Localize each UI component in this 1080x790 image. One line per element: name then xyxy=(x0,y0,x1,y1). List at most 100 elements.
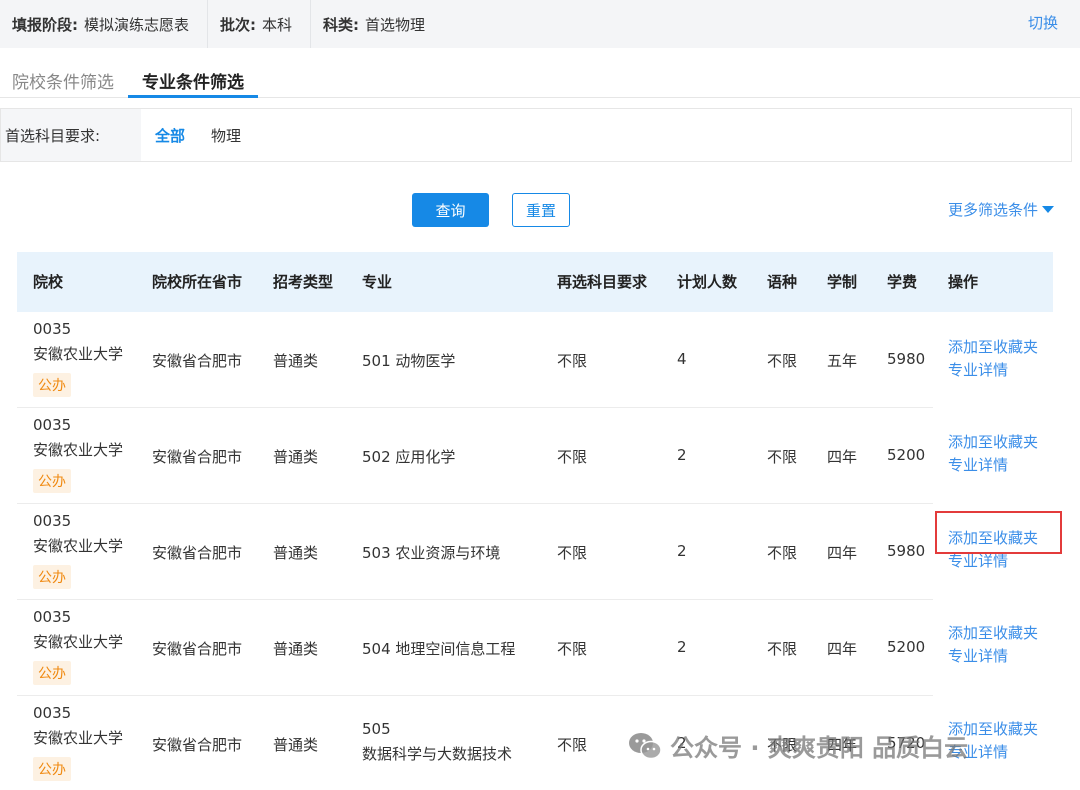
header-city: 院校所在省市 xyxy=(152,273,243,291)
uni-code: 0035 xyxy=(33,704,72,722)
header-university: 院校 xyxy=(33,273,64,291)
header-plan-count: 计划人数 xyxy=(677,273,738,291)
public-badge: 公办 xyxy=(33,373,71,397)
years-cell: 四年 xyxy=(827,544,858,562)
major-details-link[interactable]: 专业详情 xyxy=(948,359,1038,382)
watermark: 公众号 · 爽爽贵阳 品质白云 xyxy=(628,728,968,763)
filter-option-all[interactable]: 全部 xyxy=(155,109,185,161)
add-to-favorites-link[interactable]: 添加至收藏夹 xyxy=(948,336,1038,359)
subject-segment: 科类: 首选物理 xyxy=(311,0,443,48)
fee-cell: 5980 xyxy=(887,542,926,560)
major-cell: 504 地理空间信息工程 xyxy=(362,640,516,658)
type-cell: 普通类 xyxy=(273,736,319,754)
uni-code: 0035 xyxy=(33,512,72,530)
table-row: 0035 安徽农业大学 公办 安徽省合肥市 普通类 501 动物医学 不限 4 … xyxy=(17,312,933,408)
lang-cell: 不限 xyxy=(767,448,798,466)
major-code-cell: 505 xyxy=(362,720,391,738)
stage-key: 填报阶段: xyxy=(12,15,78,34)
uni-name: 安徽农业大学 xyxy=(33,537,124,555)
plan-cell: 2 xyxy=(677,446,687,464)
caret-down-icon xyxy=(1042,206,1054,213)
public-badge: 公办 xyxy=(33,469,71,493)
major-cell: 501 动物医学 xyxy=(362,352,456,370)
req-cell: 不限 xyxy=(557,352,588,370)
uni-name: 安徽农业大学 xyxy=(33,729,124,747)
header-duration: 学制 xyxy=(827,273,858,291)
row-actions: 添加至收藏夹 专业详情 xyxy=(948,622,1038,668)
subject-filter-label: 首选科目要求: xyxy=(1,109,141,161)
type-cell: 普通类 xyxy=(273,640,319,658)
header-major: 专业 xyxy=(362,273,393,291)
public-badge: 公办 xyxy=(33,661,71,685)
header-actions: 操作 xyxy=(948,273,979,291)
uni-code: 0035 xyxy=(33,416,72,434)
fee-cell: 5200 xyxy=(887,446,926,464)
type-cell: 普通类 xyxy=(273,448,319,466)
wechat-icon xyxy=(629,732,662,759)
query-button[interactable]: 查询 xyxy=(412,193,489,227)
watermark-text: 公众号 · 爽爽贵阳 品质白云 xyxy=(670,734,969,762)
city-cell: 安徽省合肥市 xyxy=(152,352,243,370)
public-badge: 公办 xyxy=(33,565,71,589)
row-actions: 添加至收藏夹 专业详情 xyxy=(948,336,1038,382)
batch-segment: 批次: 本科 xyxy=(208,0,312,48)
city-cell: 安徽省合肥市 xyxy=(152,640,243,658)
req-cell: 不限 xyxy=(557,736,588,754)
filter-option-physics[interactable]: 物理 xyxy=(211,109,241,161)
table-header: 院校 院校所在省市 招考类型 专业 再选科目要求 计划人数 语种 学制 学费 操… xyxy=(17,252,1053,312)
uni-name: 安徽农业大学 xyxy=(33,345,124,363)
uni-name: 安徽农业大学 xyxy=(33,441,124,459)
plan-cell: 2 xyxy=(677,542,687,560)
reset-button[interactable]: 重置 xyxy=(512,193,570,227)
city-cell: 安徽省合肥市 xyxy=(152,448,243,466)
uni-code: 0035 xyxy=(33,608,72,626)
req-cell: 不限 xyxy=(557,544,588,562)
major-cell: 503 农业资源与环境 xyxy=(362,544,501,562)
tab-major-filter[interactable]: 专业条件筛选 xyxy=(142,68,244,93)
plan-cell: 4 xyxy=(677,350,687,368)
batch-value: 本科 xyxy=(262,15,293,34)
header-admission-type: 招考类型 xyxy=(273,273,334,291)
fee-cell: 5200 xyxy=(887,638,926,656)
fee-cell: 5980 xyxy=(887,350,926,368)
table-row: 0035 安徽农业大学 公办 安徽省合肥市 普通类 503 农业资源与环境 不限… xyxy=(17,504,933,600)
major-name-cell: 数据科学与大数据技术 xyxy=(362,745,513,763)
table-row: 0035 安徽农业大学 公办 安徽省合肥市 普通类 502 应用化学 不限 2 … xyxy=(17,408,933,504)
major-details-link[interactable]: 专业详情 xyxy=(948,645,1038,668)
more-filters-link[interactable]: 更多筛选条件 xyxy=(948,199,1054,220)
more-filters-label: 更多筛选条件 xyxy=(947,201,1038,219)
major-details-link[interactable]: 专业详情 xyxy=(948,454,1038,477)
highlight-box xyxy=(935,511,1062,554)
subject-value: 首选物理 xyxy=(365,15,426,34)
public-badge: 公办 xyxy=(33,757,71,781)
add-to-favorites-link[interactable]: 添加至收藏夹 xyxy=(948,622,1038,645)
header-tuition: 学费 xyxy=(887,273,918,291)
years-cell: 五年 xyxy=(827,352,858,370)
type-cell: 普通类 xyxy=(273,544,319,562)
uni-code: 0035 xyxy=(33,320,72,338)
years-cell: 四年 xyxy=(827,640,858,658)
lang-cell: 不限 xyxy=(767,640,798,658)
subject-filter-row: 首选科目要求: 全部 物理 xyxy=(0,108,1072,162)
active-tab-indicator xyxy=(128,95,258,98)
stage-value: 模拟演练志愿表 xyxy=(84,15,190,34)
header-language: 语种 xyxy=(767,273,798,291)
type-cell: 普通类 xyxy=(273,352,319,370)
city-cell: 安徽省合肥市 xyxy=(152,544,243,562)
add-to-favorites-link[interactable]: 添加至收藏夹 xyxy=(948,431,1038,454)
top-bar: 填报阶段: 模拟演练志愿表 批次: 本科 科类: 首选物理 切换 xyxy=(0,0,1080,48)
batch-key: 批次: xyxy=(220,15,257,34)
tab-school-filter[interactable]: 院校条件筛选 xyxy=(12,68,114,93)
years-cell: 四年 xyxy=(827,448,858,466)
plan-cell: 2 xyxy=(677,638,687,656)
filter-tabs: 院校条件筛选 专业条件筛选 xyxy=(0,60,1080,98)
stage-segment: 填报阶段: 模拟演练志愿表 xyxy=(0,0,209,48)
switch-link[interactable]: 切换 xyxy=(1028,12,1058,33)
table-row: 0035 安徽农业大学 公办 安徽省合肥市 普通类 504 地理空间信息工程 不… xyxy=(17,600,933,696)
uni-name: 安徽农业大学 xyxy=(33,633,124,651)
subject-key: 科类: xyxy=(323,15,360,34)
req-cell: 不限 xyxy=(557,640,588,658)
req-cell: 不限 xyxy=(557,448,588,466)
lang-cell: 不限 xyxy=(767,352,798,370)
lang-cell: 不限 xyxy=(767,544,798,562)
